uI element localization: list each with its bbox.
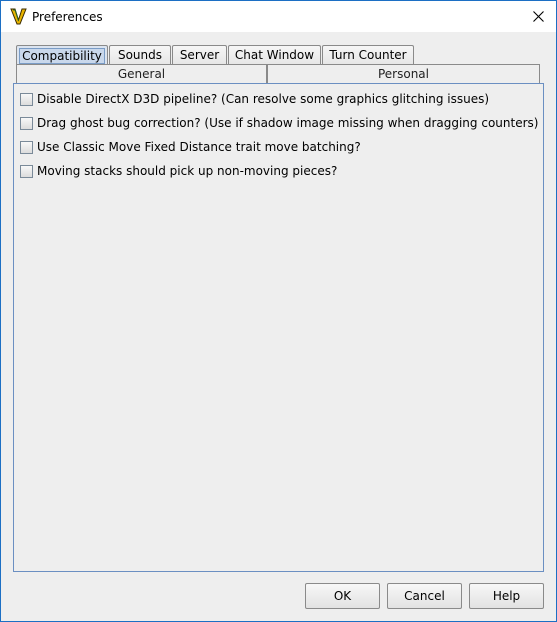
disable-directx-checkbox[interactable] [20, 93, 33, 106]
option-label: Moving stacks should pick up non-moving … [37, 164, 338, 178]
preferences-dialog: Preferences Compatibility Sounds Server … [0, 0, 557, 622]
tab-chat-window[interactable]: Chat Window [228, 45, 321, 65]
tab-general[interactable]: General [16, 64, 267, 84]
window-title: Preferences [32, 10, 103, 24]
tab-sounds[interactable]: Sounds [109, 45, 171, 65]
moving-stacks-checkbox[interactable] [20, 165, 33, 178]
help-button[interactable]: Help [469, 583, 544, 609]
tab-label-sounds: Sounds [117, 48, 163, 62]
tab-label-turn-counter: Turn Counter [329, 48, 407, 62]
vassal-v-icon [10, 7, 27, 26]
tab-label-compatibility: Compatibility [19, 48, 105, 64]
tab-personal[interactable]: Personal [267, 64, 540, 84]
tab-server[interactable]: Server [172, 45, 227, 65]
tab-label-server: Server [179, 48, 220, 62]
close-icon [533, 11, 544, 22]
compatibility-panel: Disable DirectX D3D pipeline? (Can resol… [13, 83, 544, 572]
title-bar: Preferences [1, 1, 556, 32]
option-label: Drag ghost bug correction? (Use if shado… [37, 116, 539, 130]
option-label: Disable DirectX D3D pipeline? (Can resol… [37, 92, 490, 106]
option-label: Use Classic Move Fixed Distance trait mo… [37, 140, 361, 154]
ok-button[interactable]: OK [305, 583, 380, 609]
tab-turn-counter[interactable]: Turn Counter [322, 45, 414, 65]
tab-label-personal: Personal [377, 67, 429, 81]
tab-label-chat-window: Chat Window [234, 48, 315, 62]
close-button[interactable] [525, 5, 553, 29]
cancel-button[interactable]: Cancel [387, 583, 462, 609]
tab-label-general: General [117, 67, 166, 81]
classic-move-batching-checkbox[interactable] [20, 141, 33, 154]
drag-ghost-bug-checkbox[interactable] [20, 117, 33, 130]
tab-compatibility[interactable]: Compatibility [16, 45, 108, 65]
